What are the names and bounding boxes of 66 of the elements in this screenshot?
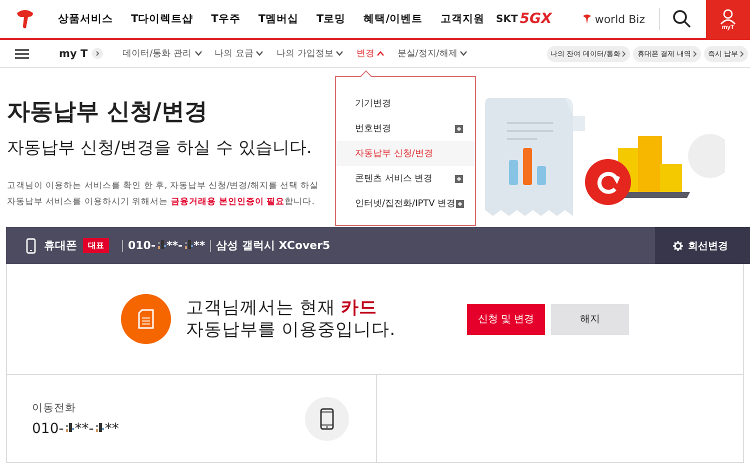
phone-number: 010-	[128, 239, 156, 252]
caret-down-icon	[256, 51, 264, 56]
nav-menu-link[interactable]: 상품서비스	[58, 12, 113, 26]
nav-menu-link[interactable]: T다이렉트샵	[131, 12, 194, 26]
plus-icon	[455, 124, 463, 132]
nav-menu-link[interactable]: T멤버십	[258, 12, 299, 26]
nav-menu-link[interactable]: T우주	[211, 12, 240, 26]
phone-number: **	[194, 239, 206, 252]
nav-tab[interactable]: 데이터/통화 관리	[122, 47, 202, 60]
redaction-mark	[156, 240, 166, 251]
redaction-mark	[184, 240, 193, 251]
caret-up-icon	[377, 51, 384, 56]
status-text: 고객님께서는 현재 카드	[186, 297, 378, 319]
dropdown-item[interactable]: 콘텐츠 서비스 변경	[336, 166, 475, 191]
page-subtitle: 자동납부 신청/변경을 하실 수 있습니다.	[7, 137, 312, 159]
brand-logo[interactable]: SKT5GX	[496, 11, 552, 27]
change-line-button[interactable]: 회선변경	[655, 227, 750, 264]
chevron-icon	[622, 50, 626, 56]
nav-tab[interactable]: 분실/정지/해제	[397, 47, 468, 60]
partner-link[interactable]: world Biz	[594, 12, 645, 26]
line-type-label: 이동전화	[32, 400, 77, 414]
apply-change-button[interactable]: 신청 및 변경	[467, 304, 545, 334]
device-model: 삼성 갤럭시 XCover5	[216, 238, 330, 253]
person-icon	[719, 9, 737, 25]
home-link[interactable]: my T	[59, 48, 88, 60]
redaction-mark	[64, 423, 74, 434]
chevron-icon	[92, 48, 103, 59]
nav-menu-link[interactable]: 혜택/이벤트	[364, 12, 423, 26]
plus-icon	[456, 200, 464, 208]
phone-number: **	[104, 420, 119, 436]
notice-text: 고객님이 이용하는 서비스를 확인 한 후, 자동납부 신청/변경/해지를 선택 하실	[7, 180, 319, 193]
phone-drawing	[320, 408, 334, 430]
brand-mark: 5GX	[520, 11, 552, 27]
page-title: 자동납부 신청/변경	[7, 98, 208, 127]
document-drawing	[137, 309, 155, 329]
caret-down-icon	[336, 51, 344, 56]
chevron-icon	[692, 50, 697, 56]
brand-text: SKT	[496, 14, 518, 24]
dropdown-item[interactable]: 인터넷/집전화/IPTV 변경	[336, 191, 475, 216]
search-icon[interactable]	[672, 9, 692, 29]
nav-tab[interactable]: 나의 가입정보	[276, 47, 344, 60]
nav-menu-link[interactable]: T로밍	[316, 12, 346, 26]
nav-tab[interactable]: 나의 요금	[214, 47, 264, 60]
phone-icon	[26, 238, 36, 254]
nav-menu-link[interactable]: 고객지원	[440, 12, 485, 26]
phone-number: 010-	[32, 420, 64, 436]
dropdown-item[interactable]: 기기변경	[336, 91, 475, 116]
device-label: 휴대폰	[44, 238, 77, 253]
dropdown-item[interactable]: 자동납부 신청/변경	[336, 141, 475, 166]
dropdown-item[interactable]: 번호변경	[336, 116, 475, 141]
phone-number: **-	[166, 239, 183, 252]
notice-text: 자동납부 서비스를 이용하시기 위해서는 금융거래용 본인인증이 필요합니다.	[7, 196, 316, 209]
status-text: 자동납부를 이용중입니다.	[186, 319, 396, 341]
menu-icon[interactable]	[15, 48, 29, 58]
phone-number: **-	[74, 420, 94, 436]
nav-tab[interactable]: 변경	[356, 47, 384, 60]
partner-logo-icon	[582, 13, 592, 25]
chevron-icon	[740, 50, 744, 56]
cancel-button[interactable]: 해지	[551, 304, 629, 334]
plus-icon	[455, 174, 463, 182]
badge: 대표	[83, 238, 109, 253]
settings-icon	[673, 240, 683, 250]
caret-down-icon	[194, 51, 202, 56]
logo-icon	[14, 8, 36, 30]
redaction-mark	[94, 423, 104, 434]
caret-down-icon	[460, 51, 468, 56]
